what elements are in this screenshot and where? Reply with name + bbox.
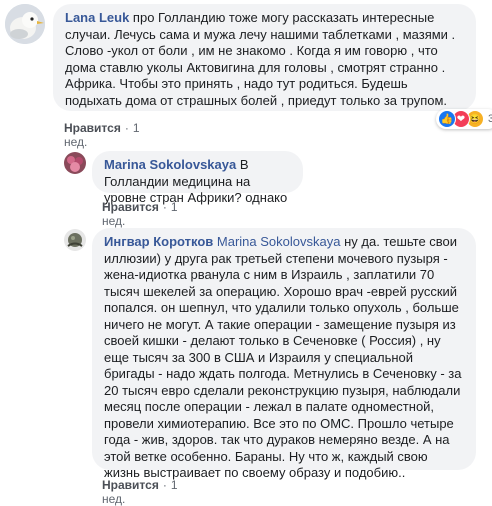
comment-actions: Нравится · 1 нед. — [102, 478, 178, 506]
comment-author[interactable]: Lana Leuk — [65, 10, 129, 25]
comment-text: ну да. тешьте свои иллюзии) у друга рак … — [104, 234, 462, 480]
avatar-image — [64, 152, 86, 174]
separator-dot: · — [124, 121, 129, 135]
mention-link[interactable]: Marina Sokolovskaya — [217, 234, 341, 249]
comment-author[interactable]: Marina Sokolovskaya — [104, 157, 236, 172]
like-link[interactable]: Нравится — [64, 121, 121, 135]
avatar[interactable] — [5, 4, 45, 44]
reaction-count: 3 — [488, 113, 492, 125]
avatar[interactable] — [64, 229, 86, 251]
avatar-image — [64, 229, 86, 251]
like-link[interactable]: Нравится — [102, 478, 159, 492]
comment-author[interactable]: Ингвар Коротков — [104, 234, 213, 249]
separator-dot: · — [162, 200, 167, 214]
separator-dot: · — [162, 478, 167, 492]
like-link[interactable]: Нравится — [102, 200, 159, 214]
comment-bubble: Ингвар Коротков Marina Sokolovskaya ну д… — [92, 228, 476, 480]
avatar-image — [5, 4, 45, 44]
comment-actions: Нравится · 1 нед. — [102, 200, 178, 228]
reactions-summary[interactable]: 👍 ❤ 😆 3 — [436, 109, 492, 129]
comment-bubble: Marina Sokolovskaya В Голландии медицина… — [92, 151, 303, 205]
comment-actions: Нравится · 1 нед. — [64, 121, 140, 149]
avatar[interactable] — [64, 152, 86, 174]
like-icon: 👍 — [438, 110, 456, 128]
comment-bubble: Lana Leuk про Голландию тоже могу расска… — [53, 4, 476, 111]
